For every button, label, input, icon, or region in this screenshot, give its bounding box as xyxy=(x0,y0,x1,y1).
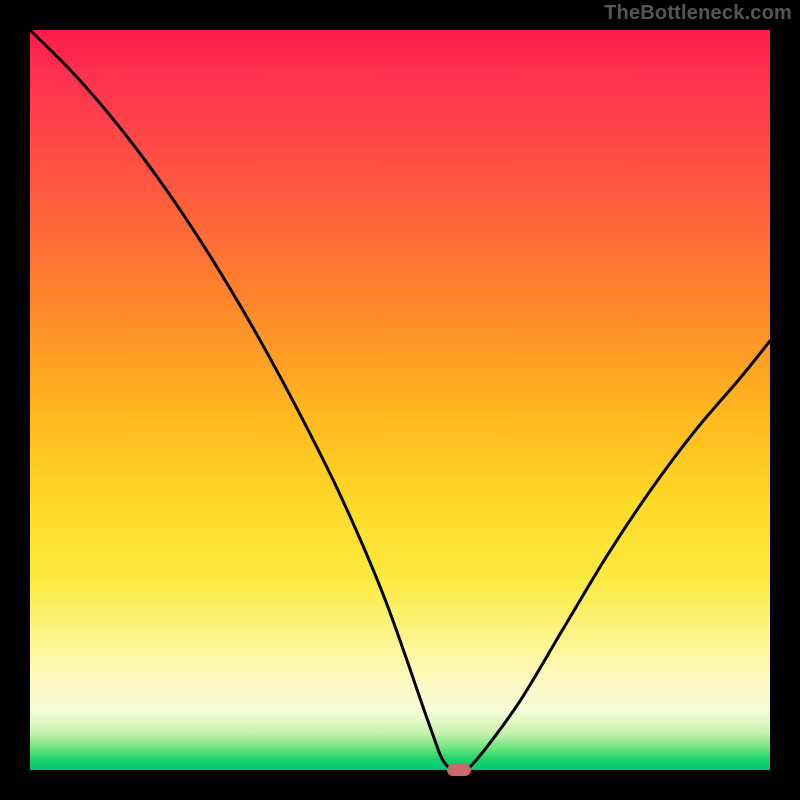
bottleneck-curve-path xyxy=(30,30,770,771)
curve-svg xyxy=(30,30,770,770)
watermark-text: TheBottleneck.com xyxy=(604,2,792,25)
chart-frame: TheBottleneck.com xyxy=(0,0,800,800)
optimum-marker xyxy=(447,764,471,776)
plot-area xyxy=(30,30,770,770)
